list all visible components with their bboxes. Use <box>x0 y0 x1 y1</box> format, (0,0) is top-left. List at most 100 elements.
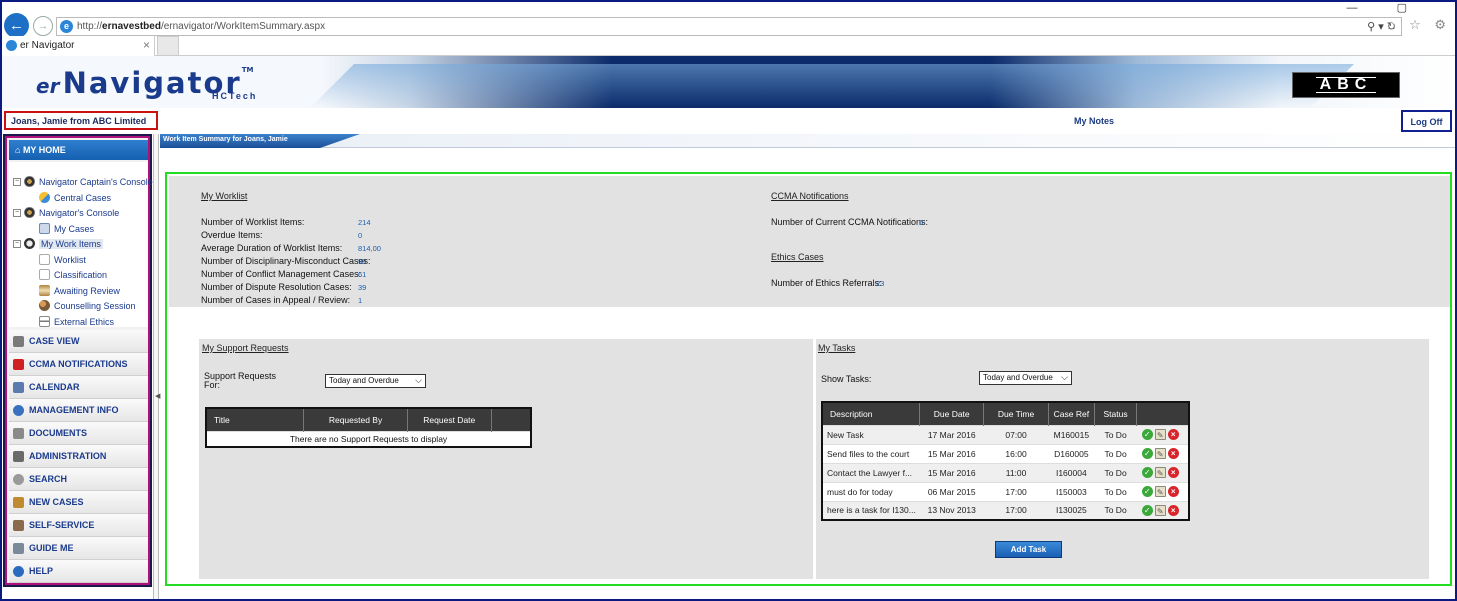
column-header-status[interactable]: Status <box>1094 402 1138 425</box>
stat-label: Overdue Items: <box>201 230 263 240</box>
menu-calendar[interactable]: CALENDAR <box>9 376 148 399</box>
delete-cross-icon[interactable]: × <box>1167 448 1179 460</box>
menu-self-service[interactable]: SELF-SERVICE <box>9 514 148 537</box>
delete-cross-icon[interactable]: × <box>1167 486 1179 498</box>
task-row[interactable]: here is a task for I130... 13 Nov 2013 1… <box>822 500 1189 520</box>
support-filter-select[interactable]: Today and Overdue ⌵ <box>325 374 426 388</box>
tree-item-counselling-session[interactable]: Counselling Session <box>39 300 136 311</box>
window-controls[interactable]: — ▢ <box>1347 1 1425 14</box>
edit-pencil-icon[interactable]: ✎ <box>1154 448 1166 460</box>
edit-pencil-icon[interactable]: ✎ <box>1154 504 1166 516</box>
complete-check-icon[interactable]: ✓ <box>1141 486 1153 498</box>
scale-icon <box>39 316 50 327</box>
column-header-requested-by[interactable]: Requested By <box>303 408 408 431</box>
collapse-arrow-icon[interactable]: ◀ <box>155 392 160 400</box>
stat-label: Number of Conflict Management Cases: <box>201 269 362 279</box>
menu-new-cases[interactable]: NEW CASES <box>9 491 148 514</box>
menu-ccma-notifications[interactable]: CCMA NOTIFICATIONS <box>9 353 148 376</box>
menu-management-info[interactable]: MANAGEMENT INFO <box>9 399 148 422</box>
tree-item-my-cases[interactable]: My Cases <box>39 223 94 234</box>
tree-item-captains-console[interactable]: − Navigator Captain's Console <box>13 176 153 187</box>
address-bar[interactable]: e http://ernavestbed/ernavigator/WorkIte… <box>56 17 1402 36</box>
task-description[interactable]: Send files to the court <box>822 443 920 463</box>
task-description[interactable]: New Task <box>822 424 920 444</box>
task-description[interactable]: Contact the Lawyer f... <box>822 462 920 482</box>
edit-pencil-icon[interactable]: ✎ <box>1154 486 1166 498</box>
calendar-icon <box>13 381 24 393</box>
task-due-time: 17:00 <box>983 500 1049 520</box>
delete-cross-icon[interactable]: × <box>1167 504 1179 516</box>
browser-tab[interactable]: er Navigator × <box>2 36 155 56</box>
edit-pencil-icon[interactable]: ✎ <box>1154 429 1166 441</box>
tree-item-awaiting-review[interactable]: Awaiting Review <box>39 285 120 296</box>
self-service-icon <box>13 519 24 531</box>
menu-help[interactable]: HELP <box>9 560 148 583</box>
column-header-actions <box>491 408 532 431</box>
delete-cross-icon[interactable]: × <box>1167 467 1179 479</box>
menu-documents[interactable]: DOCUMENTS <box>9 422 148 445</box>
task-row[interactable]: New Task 17 Mar 2016 07:00 M160015 To Do… <box>822 424 1189 444</box>
my-notes-link[interactable]: My Notes <box>1074 116 1114 126</box>
home-favorites-settings-icon[interactable]: ⌂ ☆ ⚙ <box>1388 17 1451 33</box>
task-case-ref[interactable]: I150003 <box>1048 481 1095 501</box>
tree-item-my-work-items[interactable]: − My Work Items <box>13 238 103 249</box>
ie-tab-icon <box>6 40 17 51</box>
tree-item-worklist[interactable]: Worklist <box>39 254 86 265</box>
sidebar-splitter[interactable]: ◀ <box>153 134 160 599</box>
empty-message: There are no Support Requests to display <box>206 430 531 447</box>
document-icon <box>39 269 50 280</box>
url-text: http://ernavestbed/ernavigator/WorkItemS… <box>77 21 326 32</box>
menu-guide-me[interactable]: GUIDE ME <box>9 537 148 560</box>
task-case-ref[interactable]: M160015 <box>1048 424 1095 444</box>
ethics-count-label: Number of Ethics Referrals: <box>771 278 882 288</box>
task-description[interactable]: here is a task for I130... <box>822 500 920 520</box>
column-header-request-date[interactable]: Request Date <box>407 408 492 431</box>
tree-item-classification[interactable]: Classification <box>39 269 107 280</box>
collapse-icon[interactable]: − <box>13 177 21 186</box>
log-off-button[interactable]: Log Off <box>1401 110 1452 132</box>
menu-case-view[interactable]: CASE VIEW <box>9 330 148 353</box>
task-case-ref[interactable]: I160004 <box>1048 462 1095 482</box>
close-icon[interactable]: × <box>143 38 150 52</box>
back-arrow-icon[interactable]: ← <box>4 13 29 38</box>
complete-check-icon[interactable]: ✓ <box>1141 467 1153 479</box>
menu-administration[interactable]: ADMINISTRATION <box>9 445 148 468</box>
complete-check-icon[interactable]: ✓ <box>1141 429 1153 441</box>
tree-item-central-cases[interactable]: Central Cases <box>39 192 111 203</box>
menu-search[interactable]: SEARCH <box>9 468 148 491</box>
ie-page-icon: e <box>60 20 73 33</box>
task-due-time: 16:00 <box>983 443 1049 463</box>
collapse-icon[interactable]: − <box>13 239 21 248</box>
column-header-due-time[interactable]: Due Time <box>983 402 1049 425</box>
column-header-due-date[interactable]: Due Date <box>919 402 985 425</box>
task-description[interactable]: must do for today <box>822 481 920 501</box>
page-title: Work Item Summary for Joans, Jamie <box>160 134 360 148</box>
stat-value: 1 <box>358 296 363 305</box>
task-row[interactable]: Contact the Lawyer f... 15 Mar 2016 11:0… <box>822 462 1189 482</box>
add-task-button[interactable]: Add Task <box>995 541 1062 558</box>
console-icon <box>24 176 35 187</box>
stat-value: 61 <box>358 270 367 279</box>
task-due-time: 17:00 <box>983 481 1049 501</box>
column-header-description[interactable]: Description <box>822 402 921 425</box>
task-case-ref[interactable]: I130025 <box>1048 500 1095 520</box>
task-due-date: 13 Nov 2013 <box>919 500 984 520</box>
delete-cross-icon[interactable]: × <box>1167 429 1179 441</box>
task-row[interactable]: must do for today 06 Mar 2015 17:00 I150… <box>822 481 1189 501</box>
stat-value: 214 <box>358 218 371 227</box>
tree-item-navigators-console[interactable]: − Navigator's Console <box>13 207 119 218</box>
edit-pencil-icon[interactable]: ✎ <box>1154 467 1166 479</box>
support-requests-panel: My Support Requests Support Requests For… <box>199 339 813 579</box>
collapse-icon[interactable]: − <box>13 208 21 217</box>
complete-check-icon[interactable]: ✓ <box>1141 448 1153 460</box>
forward-arrow-icon[interactable]: → <box>33 16 53 36</box>
task-case-ref[interactable]: D160005 <box>1048 443 1095 463</box>
column-header-title[interactable]: Title <box>206 408 305 431</box>
show-tasks-select[interactable]: Today and Overdue ⌵ <box>979 371 1072 385</box>
tree-item-external-ethics[interactable]: External Ethics <box>39 316 114 327</box>
new-tab-button[interactable] <box>157 36 179 56</box>
column-header-case-ref[interactable]: Case Ref <box>1048 402 1095 425</box>
task-row[interactable]: Send files to the court 15 Mar 2016 16:0… <box>822 443 1189 463</box>
complete-check-icon[interactable]: ✓ <box>1141 504 1153 516</box>
my-home-header[interactable]: ⌂ MY HOME <box>9 140 148 160</box>
